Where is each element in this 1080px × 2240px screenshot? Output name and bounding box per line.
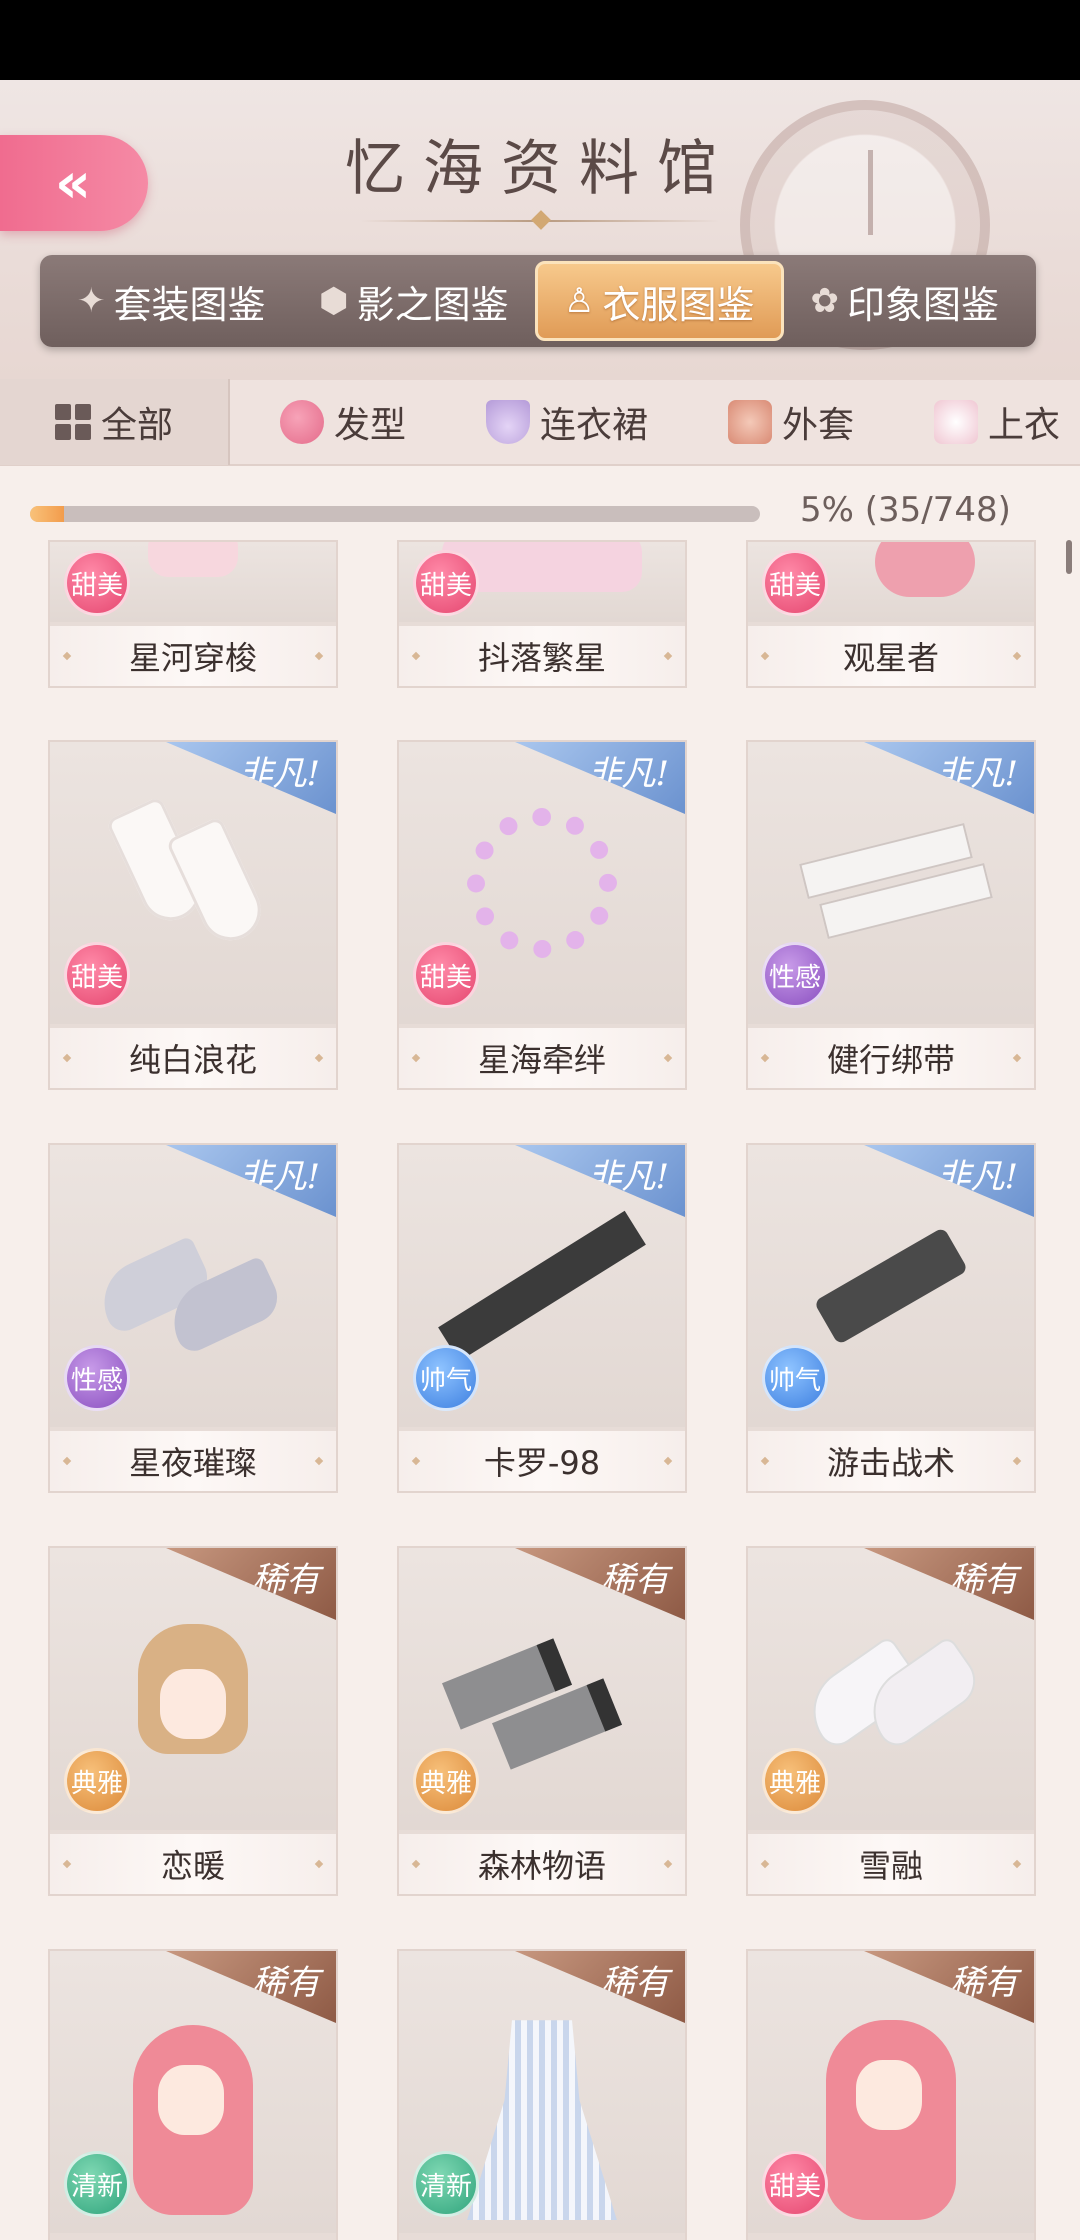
item-name: 抖落繁星 [399, 626, 685, 686]
style-badge: 清新 [64, 2151, 130, 2217]
style-badge: 甜美 [64, 942, 130, 1008]
item-grid: 甜美 星河穿梭 甜美 抖落繁星 甜美 观星者 非凡! 甜美 纯白浪花 非凡! 甜美 星海牵绊 非凡! 性感… [0, 0, 1080, 2240]
item-name: 星海牵绊 [399, 1028, 685, 1088]
item-name: 纯白浪花 [50, 1028, 336, 1088]
item-card[interactable]: 非凡! 帅气 游击战术 [746, 1143, 1036, 1493]
item-name: 星夜璀璨 [50, 1431, 336, 1491]
style-badge: 清新 [413, 2151, 479, 2217]
style-badge: 甜美 [762, 2151, 828, 2217]
item-name: 森林物语 [399, 1834, 685, 1894]
style-badge: 典雅 [762, 1748, 828, 1814]
item-name: 星河穿梭 [50, 626, 336, 686]
item-card[interactable]: 甜美观星者 [746, 540, 1036, 688]
item-name: 卡罗-98 [399, 1431, 685, 1491]
item-name: 观星者 [748, 626, 1034, 686]
item-card[interactable]: 甜美星河穿梭 [48, 540, 338, 688]
item-card[interactable]: 稀有 甜美 [746, 1949, 1036, 2240]
item-name: 游击战术 [748, 1431, 1034, 1491]
item-name: 健行绑带 [748, 1028, 1034, 1088]
item-card[interactable]: 稀有 清新 [397, 1949, 687, 2240]
item-card[interactable]: 稀有 典雅 雪融 [746, 1546, 1036, 1896]
style-badge: 甜美 [413, 550, 479, 616]
style-badge: 典雅 [64, 1748, 130, 1814]
item-card[interactable]: 非凡! 甜美 星海牵绊 [397, 740, 687, 1090]
item-card[interactable]: 非凡! 性感 健行绑带 [746, 740, 1036, 1090]
item-card[interactable]: 稀有 典雅 恋暖 [48, 1546, 338, 1896]
item-card[interactable]: 稀有 典雅 森林物语 [397, 1546, 687, 1896]
item-name: 雪融 [748, 1834, 1034, 1894]
style-badge: 性感 [64, 1345, 130, 1411]
style-badge: 甜美 [64, 550, 130, 616]
style-badge: 典雅 [413, 1748, 479, 1814]
style-badge: 甜美 [413, 942, 479, 1008]
style-badge: 帅气 [413, 1345, 479, 1411]
item-card[interactable]: 甜美抖落繁星 [397, 540, 687, 688]
style-badge: 帅气 [762, 1345, 828, 1411]
item-card[interactable]: 非凡! 帅气 卡罗-98 [397, 1143, 687, 1493]
style-badge: 性感 [762, 942, 828, 1008]
item-name: 恋暖 [50, 1834, 336, 1894]
style-badge: 甜美 [762, 550, 828, 616]
item-card[interactable]: 稀有 清新 [48, 1949, 338, 2240]
item-card[interactable]: 非凡! 性感 星夜璀璨 [48, 1143, 338, 1493]
item-card[interactable]: 非凡! 甜美 纯白浪花 [48, 740, 338, 1090]
